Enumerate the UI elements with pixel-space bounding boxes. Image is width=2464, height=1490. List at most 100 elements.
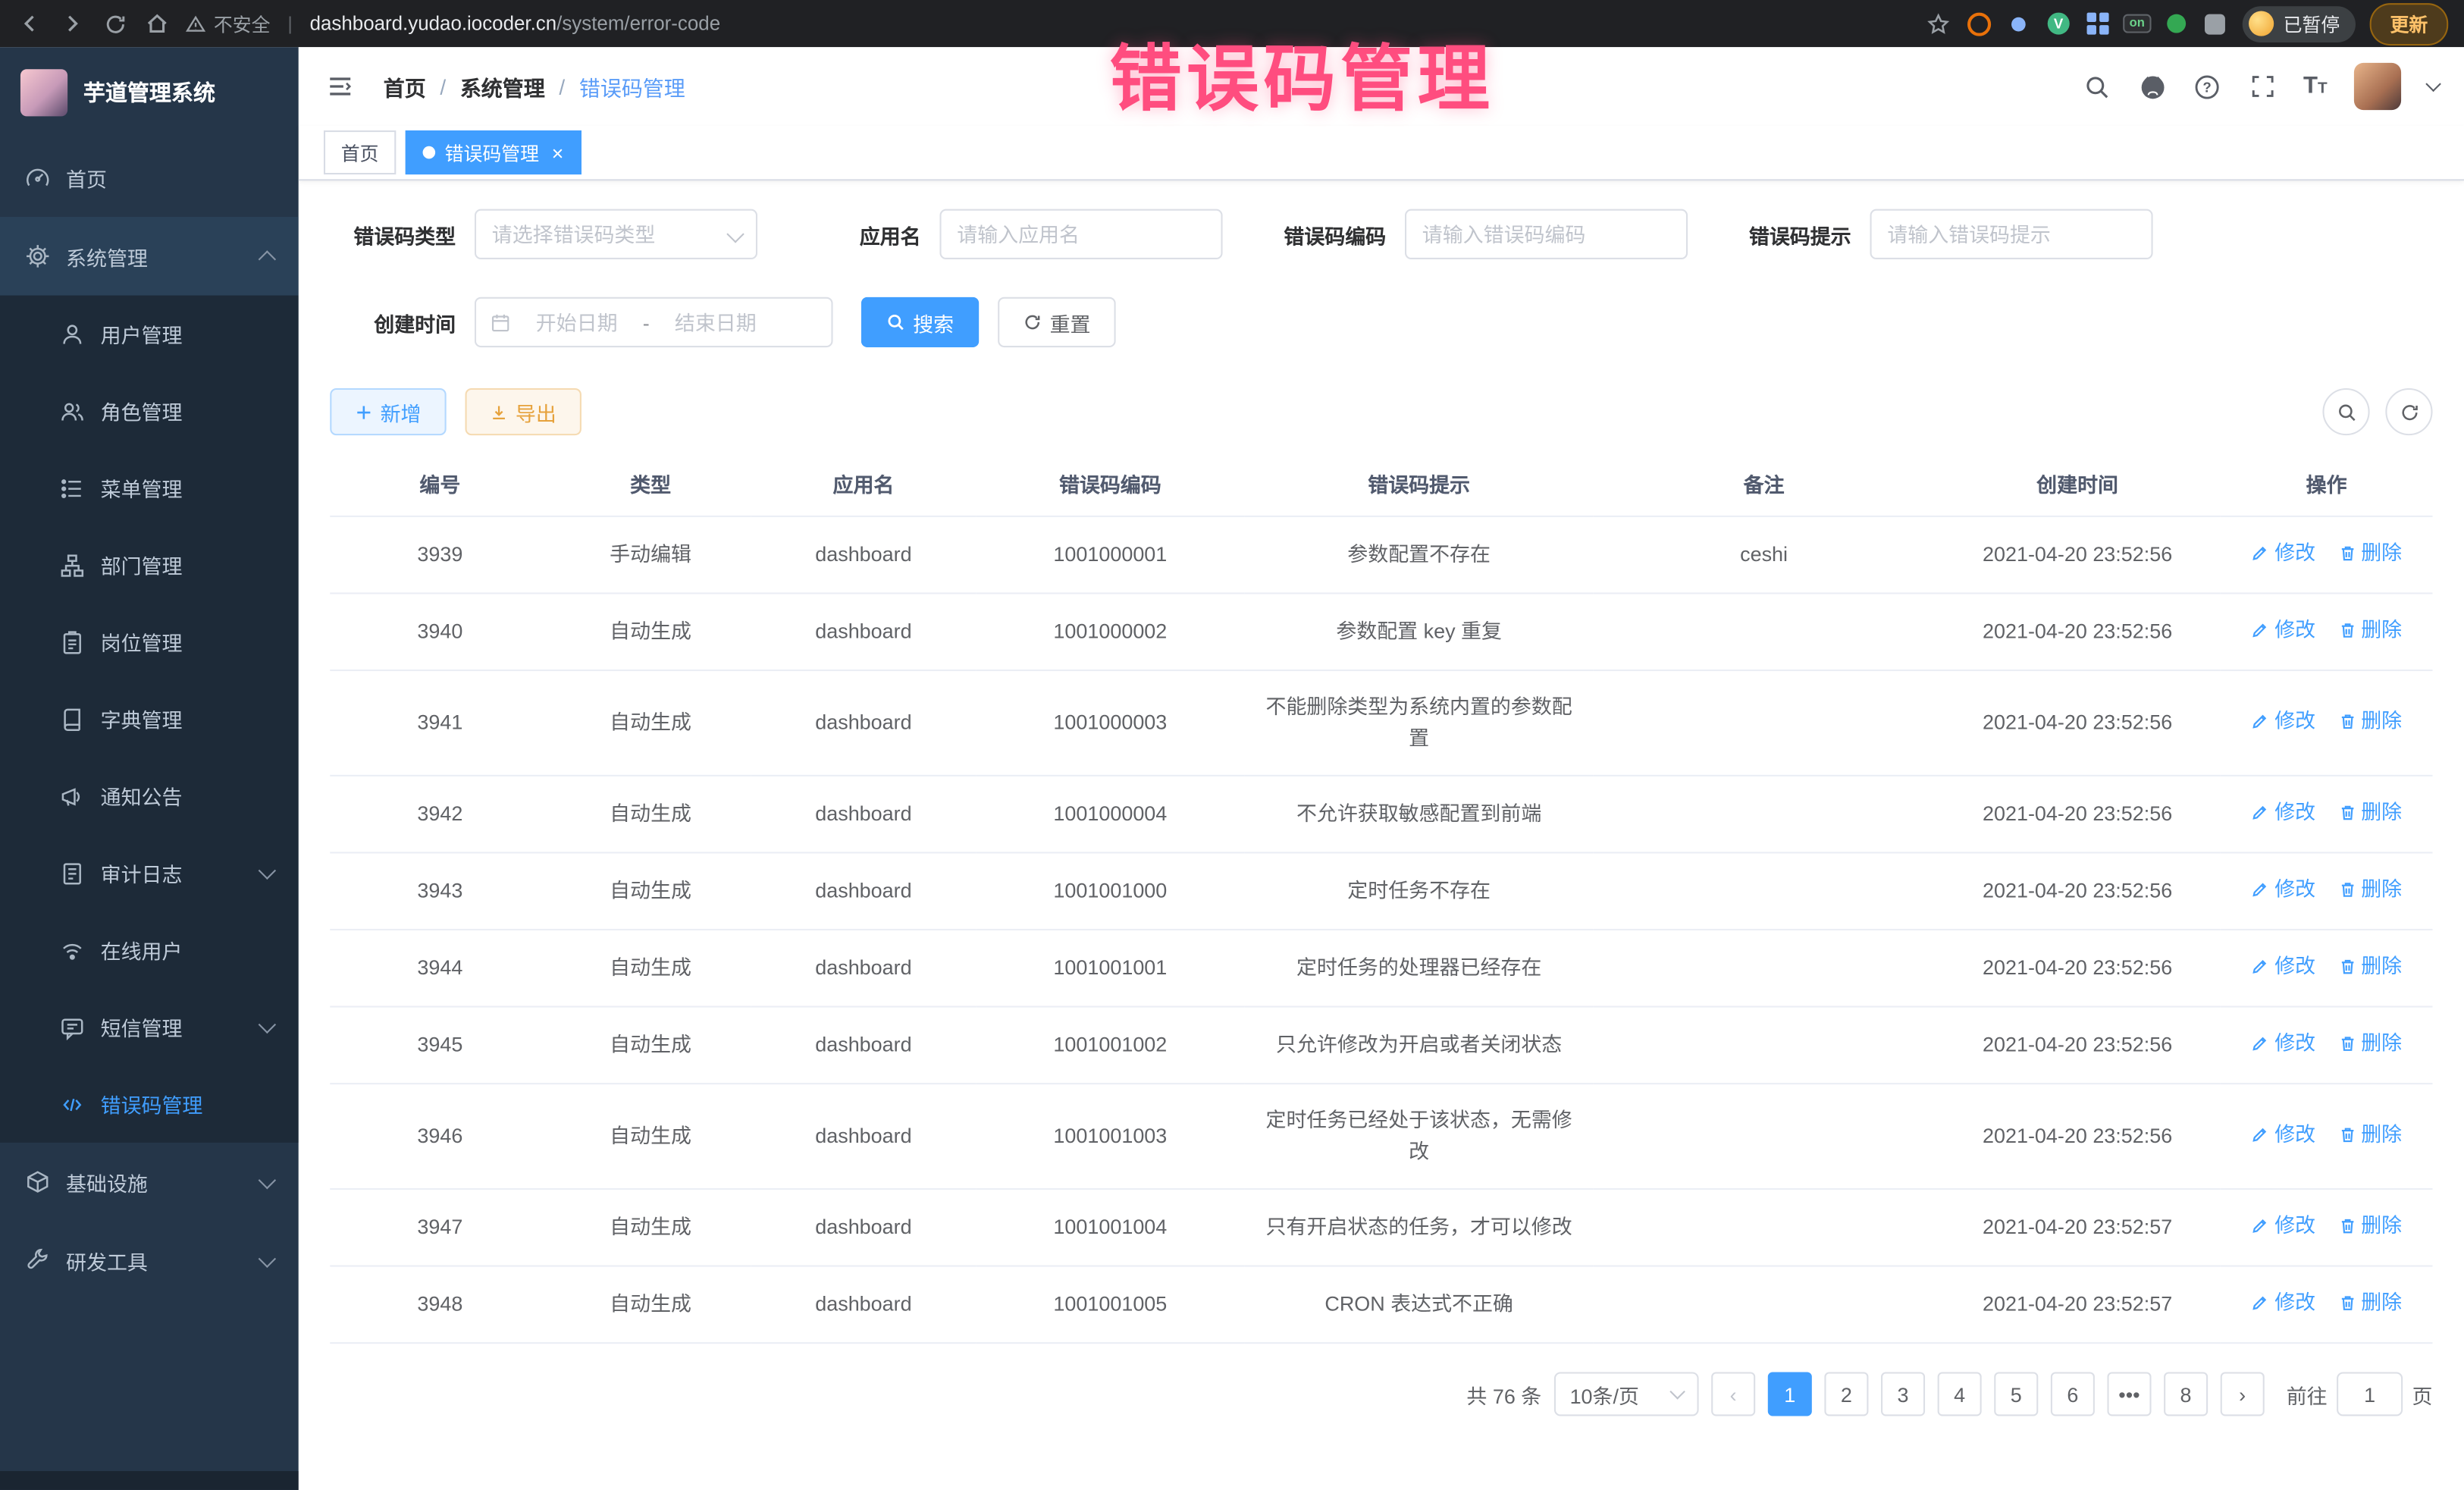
page-button[interactable]: 4	[1938, 1372, 1982, 1416]
delete-button[interactable]: 删除	[2337, 538, 2402, 569]
edit-button[interactable]: 修改	[2251, 797, 2315, 828]
sidebar-item-infrastructure[interactable]: 基础设施	[0, 1143, 299, 1222]
breadcrumb-system[interactable]: 系统管理	[460, 71, 545, 102]
page-button[interactable]: 5	[1994, 1372, 2038, 1416]
page-button[interactable]: 6	[2051, 1372, 2095, 1416]
edit-button[interactable]: 修改	[2251, 1210, 2315, 1241]
edit-button[interactable]: 修改	[2251, 874, 2315, 905]
reload-icon[interactable]	[101, 9, 129, 37]
refresh-table-button[interactable]	[2385, 388, 2432, 435]
page-button[interactable]: 8	[2164, 1372, 2208, 1416]
error-hint-input[interactable]	[1870, 209, 2153, 259]
cell-id: 3944	[330, 930, 550, 1007]
breadcrumb-home[interactable]: 首页	[384, 71, 426, 102]
toggle-search-button[interactable]	[2322, 388, 2369, 435]
start-date-input[interactable]	[517, 309, 637, 335]
edit-button[interactable]: 修改	[2251, 951, 2315, 982]
extension-icon[interactable]	[2007, 11, 2032, 36]
delete-button[interactable]: 删除	[2337, 1288, 2402, 1319]
edit-button[interactable]: 修改	[2251, 1119, 2315, 1150]
sidebar-item-sms[interactable]: 短信管理	[0, 989, 299, 1066]
delete-button[interactable]: 删除	[2337, 706, 2402, 737]
cell-hint: 参数配置不存在	[1245, 516, 1594, 594]
search-icon	[2336, 402, 2356, 422]
export-button[interactable]: 导出	[466, 388, 582, 435]
delete-button[interactable]: 删除	[2337, 1119, 2402, 1150]
delete-button[interactable]: 删除	[2337, 1028, 2402, 1059]
address-bar[interactable]: dashboard.yudao.iocoder.cn/system/error-…	[310, 13, 721, 35]
tab-home[interactable]: 首页	[324, 130, 396, 174]
page-size-select[interactable]: 10条/页	[1554, 1372, 1699, 1416]
search-icon[interactable]	[2083, 72, 2111, 100]
breadcrumb: 首页 / 系统管理 / 错误码管理	[384, 71, 685, 102]
delete-button[interactable]: 删除	[2337, 874, 2402, 905]
font-size-icon[interactable]: TT	[2303, 72, 2328, 100]
add-button[interactable]: 新增	[330, 388, 446, 435]
sidebar-item-departments[interactable]: 部门管理	[0, 526, 299, 604]
reset-button[interactable]: 重置	[998, 297, 1115, 347]
extension-icon[interactable]	[2164, 11, 2189, 36]
sidebar-item-roles[interactable]: 角色管理	[0, 372, 299, 450]
page-button[interactable]: 3	[1881, 1372, 1925, 1416]
help-icon[interactable]: ?	[2193, 72, 2221, 100]
cell-id: 3947	[330, 1189, 550, 1266]
user-avatar[interactable]	[2354, 63, 2401, 110]
cell-time: 2021-04-20 23:52:56	[1934, 776, 2220, 853]
extension-grid-icon[interactable]	[2085, 11, 2110, 36]
sidebar-item-dev-tools[interactable]: 研发工具	[0, 1221, 299, 1300]
security-indicator[interactable]: 不安全	[186, 10, 271, 36]
hamburger-icon[interactable]	[324, 71, 355, 102]
tab-error-code[interactable]: 错误码管理 ×	[406, 130, 581, 174]
error-code-input[interactable]	[1405, 209, 1688, 259]
edit-button[interactable]: 修改	[2251, 614, 2315, 645]
goto-page-input[interactable]	[2337, 1372, 2403, 1416]
sidebar-item-system[interactable]: 系统管理	[0, 217, 299, 296]
app-name-input[interactable]	[939, 209, 1222, 259]
sidebar-item-label: 字典管理	[101, 704, 183, 734]
table-row: 3942自动生成dashboard1001000004不允许获取敏感配置到前端2…	[330, 776, 2432, 853]
delete-button[interactable]: 删除	[2337, 614, 2402, 645]
sidebar-item-error-code[interactable]: 错误码管理	[0, 1065, 299, 1143]
bookmark-star-icon[interactable]	[1925, 9, 1953, 37]
next-page-button[interactable]: ›	[2221, 1372, 2265, 1416]
error-type-select-input[interactable]	[475, 209, 757, 259]
date-range-picker[interactable]: -	[475, 297, 833, 347]
prev-page-button[interactable]: ‹	[1711, 1372, 1755, 1416]
sidebar-item-dictionary[interactable]: 字典管理	[0, 680, 299, 758]
profile-chip[interactable]: 已暂停	[2243, 5, 2356, 42]
home-icon[interactable]	[143, 9, 171, 37]
extension-icon[interactable]	[1967, 11, 1992, 36]
search-button[interactable]: 搜索	[861, 297, 979, 347]
delete-button[interactable]: 删除	[2337, 1210, 2402, 1241]
chevron-down-icon[interactable]	[2425, 77, 2441, 93]
vue-devtools-icon[interactable]: V	[2046, 11, 2071, 36]
sidebar-item-notices[interactable]: 通知公告	[0, 758, 299, 835]
delete-button[interactable]: 删除	[2337, 951, 2402, 982]
extension-on-icon[interactable]: on	[2124, 11, 2149, 36]
delete-button[interactable]: 删除	[2337, 797, 2402, 828]
page-button[interactable]: 1	[1768, 1372, 1812, 1416]
sidebar-item-online-users[interactable]: 在线用户	[0, 911, 299, 989]
github-icon[interactable]	[2138, 72, 2166, 100]
extensions-puzzle-icon[interactable]	[2203, 11, 2228, 36]
end-date-input[interactable]	[656, 309, 776, 335]
edit-button[interactable]: 修改	[2251, 538, 2315, 569]
page-button[interactable]: 2	[1824, 1372, 1868, 1416]
back-icon[interactable]	[16, 9, 44, 37]
sidebar-item-audit-log[interactable]: 审计日志	[0, 835, 299, 912]
sidebar-collapse-bar[interactable]	[0, 1471, 299, 1490]
edit-button[interactable]: 修改	[2251, 706, 2315, 737]
sidebar-item-posts[interactable]: 岗位管理	[0, 604, 299, 681]
fullscreen-icon[interactable]	[2248, 72, 2276, 100]
edit-button[interactable]: 修改	[2251, 1288, 2315, 1319]
error-type-select[interactable]	[475, 209, 757, 259]
close-icon[interactable]: ×	[552, 143, 564, 163]
page-ellipsis-button[interactable]: •••	[2107, 1372, 2151, 1416]
forward-icon[interactable]	[58, 9, 86, 37]
update-button[interactable]: 更新	[2370, 2, 2449, 45]
edit-button[interactable]: 修改	[2251, 1028, 2315, 1059]
sidebar-item-menus[interactable]: 菜单管理	[0, 450, 299, 527]
sidebar-item-home[interactable]: 首页	[0, 138, 299, 217]
cell-actions: 修改删除	[2221, 776, 2433, 853]
sidebar-item-users[interactable]: 用户管理	[0, 296, 299, 373]
